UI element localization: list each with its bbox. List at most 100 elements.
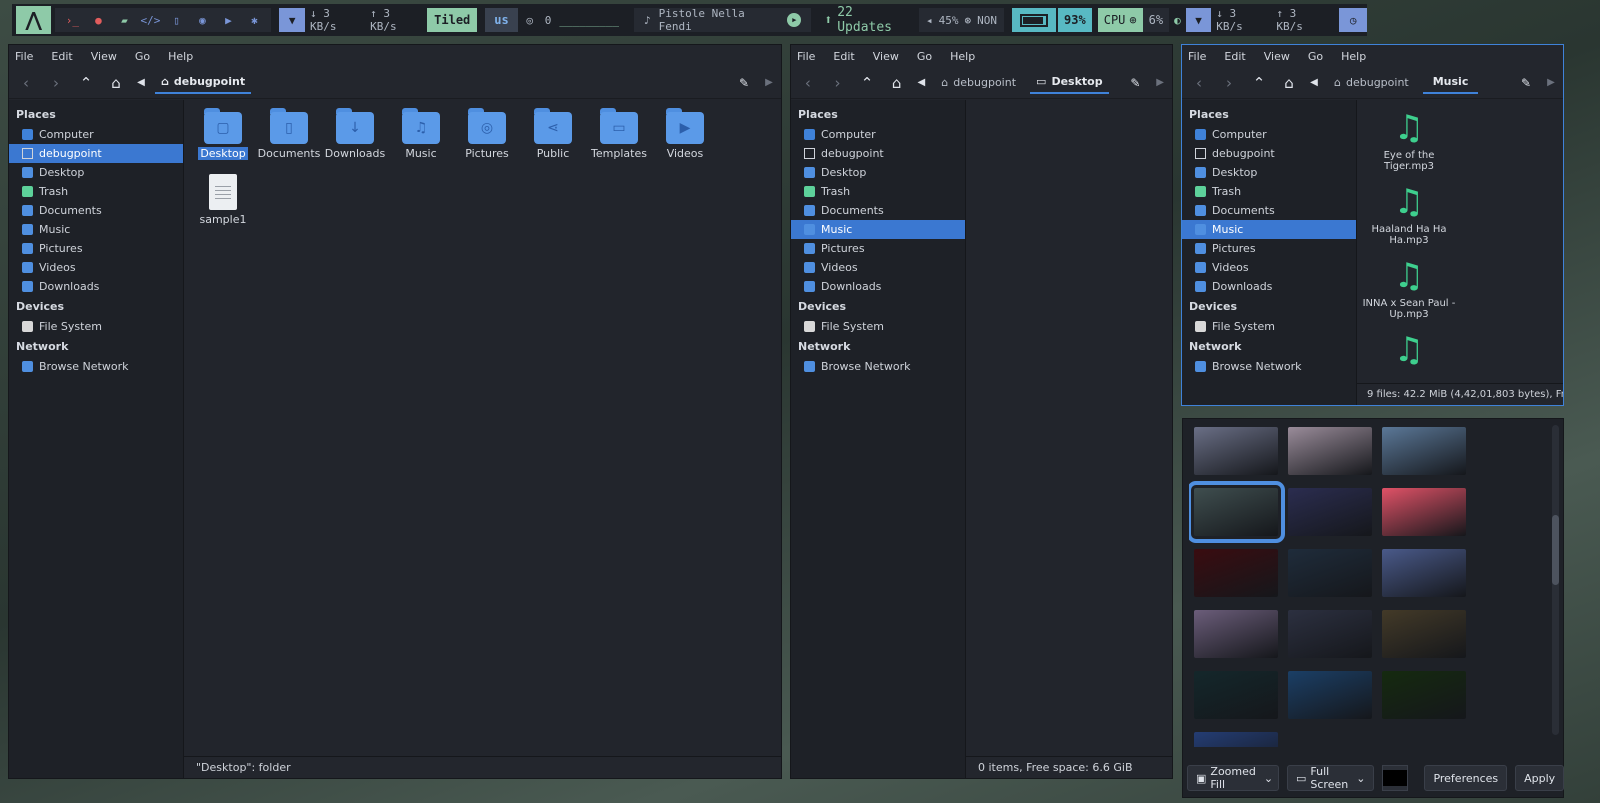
file-song-1[interactable]: ♫ Eye of the Tiger.mp3 <box>1357 100 1461 174</box>
menu-view[interactable]: View <box>873 50 899 63</box>
edit-path-icon[interactable]: ✎ <box>733 76 755 90</box>
up-icon[interactable]: ⌃ <box>75 74 97 92</box>
crumb-left-icon[interactable]: ◀ <box>1308 77 1320 88</box>
sidebar-item-documents[interactable]: Documents <box>9 201 183 220</box>
scrollbar[interactable] <box>1552 425 1559 735</box>
sidebar-item-videos[interactable]: Videos <box>791 258 965 277</box>
menu-file[interactable]: File <box>15 50 33 63</box>
brightness-icon[interactable]: ◐ <box>1169 4 1186 36</box>
sidebar-item-trash[interactable]: Trash <box>9 182 183 201</box>
sidebar-item-home[interactable]: debugpoint <box>1182 144 1356 163</box>
folder-public[interactable]: ⋖ Public <box>520 108 586 174</box>
wallpaper-thumbnail[interactable] <box>1194 610 1278 658</box>
wallpaper-thumbnail[interactable] <box>1382 549 1466 597</box>
forward-icon[interactable]: › <box>1218 74 1240 92</box>
arch-icon[interactable]: ⋀ <box>16 6 52 34</box>
battery-icon[interactable] <box>1012 8 1057 32</box>
sidebar-item-desktop[interactable]: Desktop <box>791 163 965 182</box>
crumb-left-icon[interactable]: ◀ <box>916 77 928 88</box>
youtube-icon[interactable]: ▶ <box>221 13 235 27</box>
sidebar-item-pictures[interactable]: Pictures <box>1182 239 1356 258</box>
menu-view[interactable]: View <box>91 50 117 63</box>
menu-view[interactable]: View <box>1264 50 1290 63</box>
menu-go[interactable]: Go <box>917 50 932 63</box>
chat-icon[interactable]: ◉ <box>195 13 209 27</box>
menu-help[interactable]: Help <box>168 50 193 63</box>
settings-icon[interactable]: ✱ <box>247 13 261 27</box>
sidebar-item-pictures[interactable]: Pictures <box>791 239 965 258</box>
sidebar-item-filesystem[interactable]: File System <box>1182 317 1356 336</box>
wallpaper-thumbnail[interactable] <box>1382 427 1466 475</box>
edit-path-icon[interactable]: ✎ <box>1125 76 1147 90</box>
sidebar-item-network[interactable]: Browse Network <box>9 357 183 376</box>
folder-templates[interactable]: ▭ Templates <box>586 108 652 174</box>
folder-documents[interactable]: ▯ Documents <box>256 108 322 174</box>
sidebar-item-downloads[interactable]: Downloads <box>791 277 965 296</box>
folder-videos[interactable]: ▶ Videos <box>652 108 718 174</box>
span-select[interactable]: ▭ Full Screen ⌄ <box>1287 765 1375 791</box>
cpu-widget[interactable]: CPU ⊕ <box>1097 8 1143 32</box>
sidebar-item-desktop[interactable]: Desktop <box>9 163 183 182</box>
wallpaper-thumbnail[interactable] <box>1382 671 1466 719</box>
menu-file[interactable]: File <box>797 50 815 63</box>
sidebar-item-downloads[interactable]: Downloads <box>1182 277 1356 296</box>
sidebar-item-computer[interactable]: Computer <box>9 125 183 144</box>
sidebar-item-trash[interactable]: Trash <box>791 182 965 201</box>
code-icon[interactable]: </> <box>140 13 160 27</box>
sidebar-item-home[interactable]: debugpoint <box>9 144 183 163</box>
sidebar-item-documents[interactable]: Documents <box>791 201 965 220</box>
sidebar-item-desktop[interactable]: Desktop <box>1182 163 1356 182</box>
file-sample1[interactable]: sample1 <box>190 174 256 240</box>
files-icon[interactable]: ▰ <box>117 13 131 27</box>
file-song-3[interactable]: ♫ INNA x Sean Paul - Up.mp3 <box>1357 248 1461 322</box>
breadcrumb-home[interactable]: ⌂ debugpoint <box>935 72 1022 94</box>
menu-edit[interactable]: Edit <box>833 50 854 63</box>
sidebar-item-pictures[interactable]: Pictures <box>9 239 183 258</box>
breadcrumb-music[interactable]: Music <box>1422 72 1479 94</box>
sidebar-item-downloads[interactable]: Downloads <box>9 277 183 296</box>
keyboard-layout[interactable]: us <box>485 8 518 32</box>
firefox-icon[interactable]: ● <box>91 13 105 27</box>
up-icon[interactable]: ⌃ <box>856 74 878 92</box>
wallpaper-thumbnail[interactable] <box>1288 488 1372 536</box>
terminal-icon[interactable]: ›_ <box>65 13 79 27</box>
menu-edit[interactable]: Edit <box>1224 50 1245 63</box>
sidebar-item-network[interactable]: Browse Network <box>791 357 965 376</box>
edit-path-icon[interactable]: ✎ <box>1515 76 1537 90</box>
home-icon[interactable]: ⌂ <box>105 74 127 92</box>
file-song-4[interactable]: ♫ <box>1357 322 1461 372</box>
folder-pictures[interactable]: ◎ Pictures <box>454 108 520 174</box>
crumb-right-icon[interactable]: ▶ <box>1154 77 1166 88</box>
wallpaper-thumbnail[interactable] <box>1288 671 1372 719</box>
menu-edit[interactable]: Edit <box>51 50 72 63</box>
breadcrumb-desktop[interactable]: ▭ Desktop <box>1030 72 1109 94</box>
wallpaper-thumbnail[interactable] <box>1382 610 1466 658</box>
sidebar-item-computer[interactable]: Computer <box>791 125 965 144</box>
preferences-button[interactable]: Preferences <box>1424 765 1508 791</box>
github-widget[interactable]: ◎ 0 _________ <box>518 4 624 36</box>
sidebar-item-computer[interactable]: Computer <box>1182 125 1356 144</box>
folder-downloads[interactable]: ↓ Downloads <box>322 108 388 174</box>
file-song-2[interactable]: ♫ Haaland Ha Ha Ha.mp3 <box>1357 174 1461 248</box>
forward-icon[interactable]: › <box>827 74 849 92</box>
sidebar-item-trash[interactable]: Trash <box>1182 182 1356 201</box>
crumb-left-icon[interactable]: ◀ <box>135 77 147 88</box>
back-icon[interactable]: ‹ <box>1188 74 1210 92</box>
file-view[interactable]: 0 items, Free space: 6.6 GiB <box>966 100 1172 778</box>
sidebar-item-documents[interactable]: Documents <box>1182 201 1356 220</box>
sidebar-item-filesystem[interactable]: File System <box>791 317 965 336</box>
scrollbar-thumb[interactable] <box>1552 515 1559 585</box>
wallpaper-thumbnail[interactable] <box>1288 549 1372 597</box>
wallpaper-thumbnail[interactable] <box>1189 481 1285 543</box>
sidebar-item-videos[interactable]: Videos <box>1182 258 1356 277</box>
menu-go[interactable]: Go <box>1308 50 1323 63</box>
menu-help[interactable]: Help <box>1341 50 1366 63</box>
wallpaper-thumbnail[interactable] <box>1194 427 1278 475</box>
folder-desktop[interactable]: ▢ Desktop <box>190 108 256 174</box>
phone-icon[interactable]: ▯ <box>169 13 183 27</box>
updates-widget[interactable]: ⬆ 22 Updates <box>819 4 919 36</box>
fill-mode-select[interactable]: ▣ Zoomed Fill ⌄ <box>1187 765 1279 791</box>
forward-icon[interactable]: › <box>45 74 67 92</box>
apply-button[interactable]: Apply <box>1515 765 1565 791</box>
breadcrumb-home[interactable]: ⌂ debugpoint <box>155 72 252 94</box>
